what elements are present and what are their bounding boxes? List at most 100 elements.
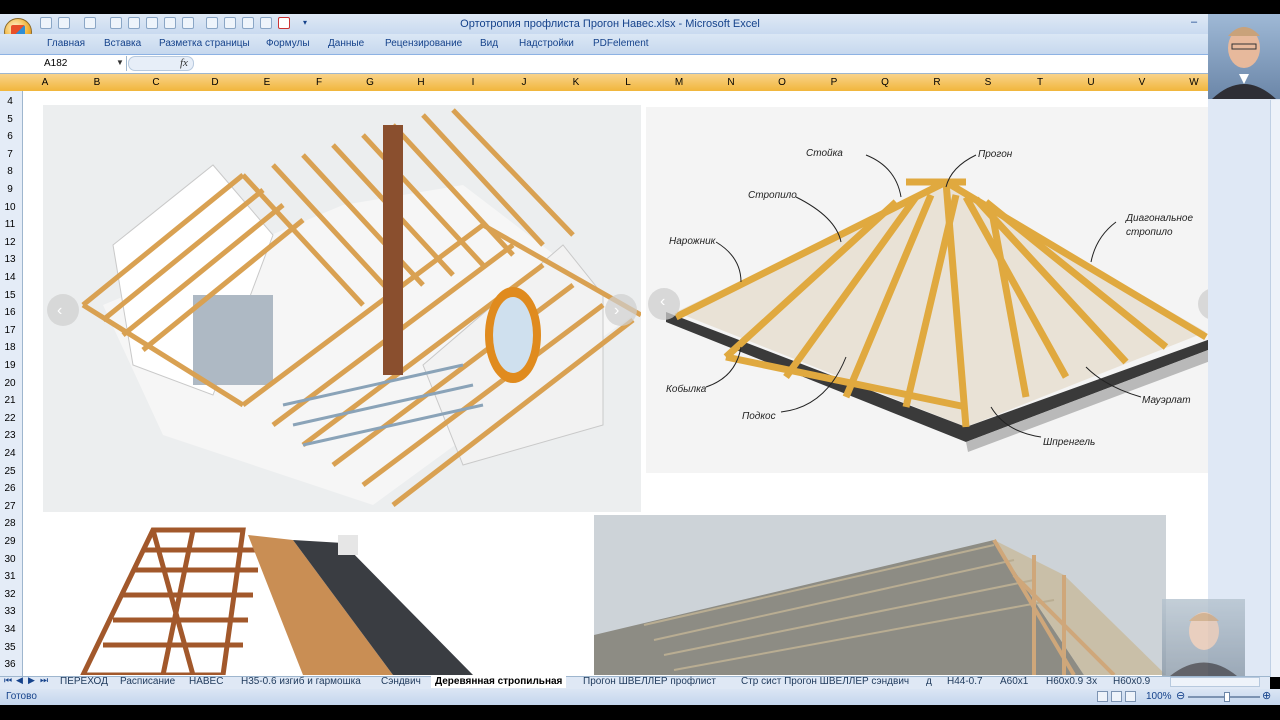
row-header-27[interactable]: 27 <box>0 501 20 512</box>
column-header-c[interactable]: C <box>136 77 176 88</box>
row-header-34[interactable]: 34 <box>0 624 20 635</box>
row-header-6[interactable]: 6 <box>0 131 20 142</box>
column-header-m[interactable]: M <box>659 77 699 88</box>
table-icon[interactable] <box>182 17 194 29</box>
row-header-15[interactable]: 15 <box>0 290 20 301</box>
gable-roof-image[interactable] <box>43 515 563 675</box>
tab-page-layout[interactable]: Разметка страницы <box>159 38 250 49</box>
column-header-o[interactable]: O <box>762 77 802 88</box>
insert-icon[interactable] <box>164 17 176 29</box>
zoom-level[interactable]: 100% <box>1146 691 1172 702</box>
align-icon[interactable] <box>146 17 158 29</box>
sheet-tab-12[interactable]: Н60х0.9 <box>1113 675 1150 688</box>
row-header-4[interactable]: 4 <box>0 96 20 107</box>
sheet-tab-5[interactable]: Деревянная стропильная <box>431 675 567 688</box>
minimize-button[interactable]: – <box>1186 14 1202 30</box>
sheet-tab-0[interactable]: ПЕРЕХОД <box>60 675 108 688</box>
column-header-k[interactable]: K <box>556 77 596 88</box>
tab-insert[interactable]: Вставка <box>104 38 141 49</box>
tab-data[interactable]: Данные <box>328 38 364 49</box>
row-header-31[interactable]: 31 <box>0 571 20 582</box>
row-header-32[interactable]: 32 <box>0 589 20 600</box>
column-header-d[interactable]: D <box>195 77 235 88</box>
column-header-l[interactable]: L <box>608 77 648 88</box>
column-header-i[interactable]: I <box>453 77 493 88</box>
roof-frame-image-1[interactable] <box>43 105 641 512</box>
metal-roof-image[interactable] <box>594 515 1166 675</box>
column-header-n[interactable]: N <box>711 77 751 88</box>
carousel-prev-icon[interactable]: ‹ <box>660 293 665 311</box>
column-header-b[interactable]: B <box>77 77 117 88</box>
tab-scroll-last-icon[interactable]: ⏭ <box>40 675 48 686</box>
save-icon[interactable] <box>40 17 52 29</box>
row-header-29[interactable]: 29 <box>0 536 20 547</box>
normal-view-icon[interactable] <box>1097 691 1108 702</box>
redo-icon[interactable] <box>84 17 96 29</box>
column-header-h[interactable]: H <box>401 77 441 88</box>
column-header-a[interactable]: A <box>25 77 65 88</box>
insert-function-icon[interactable]: fx <box>180 57 188 69</box>
row-header-7[interactable]: 7 <box>0 149 20 160</box>
customize-qa-icon[interactable]: ▾ <box>303 18 307 27</box>
tab-view[interactable]: Вид <box>480 38 498 49</box>
row-header-35[interactable]: 35 <box>0 642 20 653</box>
row-header-25[interactable]: 25 <box>0 466 20 477</box>
chevron-down-icon[interactable]: ▼ <box>116 58 124 67</box>
tab-home[interactable]: Главная <box>47 38 85 49</box>
row-header-17[interactable]: 17 <box>0 325 20 336</box>
row-header-10[interactable]: 10 <box>0 202 20 213</box>
symbol-icon[interactable] <box>224 17 236 29</box>
sheet-tab-4[interactable]: Сэндвич <box>381 675 421 688</box>
row-header-24[interactable]: 24 <box>0 448 20 459</box>
row-header-18[interactable]: 18 <box>0 342 20 353</box>
tab-formulas[interactable]: Формулы <box>266 38 310 49</box>
tab-pdfelement[interactable]: PDFelement <box>593 38 649 49</box>
hip-roof-diagram[interactable]: Стойка Прогон Стропило Диагональное стро… <box>646 107 1239 473</box>
page-break-view-icon[interactable] <box>1125 691 1136 702</box>
row-header-28[interactable]: 28 <box>0 518 20 529</box>
row-header-33[interactable]: 33 <box>0 606 20 617</box>
column-header-q[interactable]: Q <box>865 77 905 88</box>
row-header-22[interactable]: 22 <box>0 413 20 424</box>
sheet-tab-7[interactable]: Стр сист Прогон ШВЕЛЛЕР сэндвич <box>741 675 909 688</box>
carousel-prev-icon[interactable]: ‹ <box>57 302 62 320</box>
horizontal-scrollbar[interactable] <box>1170 677 1260 687</box>
column-header-e[interactable]: E <box>247 77 287 88</box>
page-layout-view-icon[interactable] <box>1111 691 1122 702</box>
row-header-5[interactable]: 5 <box>0 114 20 125</box>
tab-scroll-next-icon[interactable]: ▶ <box>28 675 35 686</box>
font-color-icon[interactable] <box>278 17 290 29</box>
sheet-tab-11[interactable]: Н60х0.9 Зх <box>1046 675 1097 688</box>
column-header-r[interactable]: R <box>917 77 957 88</box>
tab-review[interactable]: Рецензирование <box>385 38 462 49</box>
merge-icon[interactable] <box>206 17 218 29</box>
row-header-13[interactable]: 13 <box>0 254 20 265</box>
zoom-slider-thumb[interactable] <box>1224 692 1230 702</box>
column-header-p[interactable]: P <box>814 77 854 88</box>
column-header-u[interactable]: U <box>1071 77 1111 88</box>
column-header-v[interactable]: V <box>1122 77 1162 88</box>
row-header-16[interactable]: 16 <box>0 307 20 318</box>
sheet-tab-8[interactable]: д <box>926 675 932 688</box>
row-header-21[interactable]: 21 <box>0 395 20 406</box>
sheet-tab-1[interactable]: Расписание <box>120 675 175 688</box>
brush-icon[interactable] <box>242 17 254 29</box>
row-header-23[interactable]: 23 <box>0 430 20 441</box>
tab-scroll-prev-icon[interactable]: ◀ <box>16 675 23 686</box>
row-header-26[interactable]: 26 <box>0 483 20 494</box>
sheet-tab-6[interactable]: Прогон ШВЕЛЛЕР профлист <box>583 675 716 688</box>
column-header-j[interactable]: J <box>504 77 544 88</box>
sheet-tab-2[interactable]: НАВЕС <box>189 675 223 688</box>
row-header-36[interactable]: 36 <box>0 659 20 670</box>
row-header-30[interactable]: 30 <box>0 554 20 565</box>
select-icon[interactable] <box>110 17 122 29</box>
column-header-s[interactable]: S <box>968 77 1008 88</box>
sheet-tab-10[interactable]: А60х1 <box>1000 675 1028 688</box>
tab-scroll-first-icon[interactable]: ⏮ <box>4 675 12 686</box>
row-header-12[interactable]: 12 <box>0 237 20 248</box>
format-icon[interactable] <box>128 17 140 29</box>
zoom-out-icon[interactable]: ⊖ <box>1176 689 1185 702</box>
row-header-20[interactable]: 20 <box>0 378 20 389</box>
zoom-in-icon[interactable]: ⊕ <box>1262 689 1271 702</box>
column-header-t[interactable]: T <box>1020 77 1060 88</box>
